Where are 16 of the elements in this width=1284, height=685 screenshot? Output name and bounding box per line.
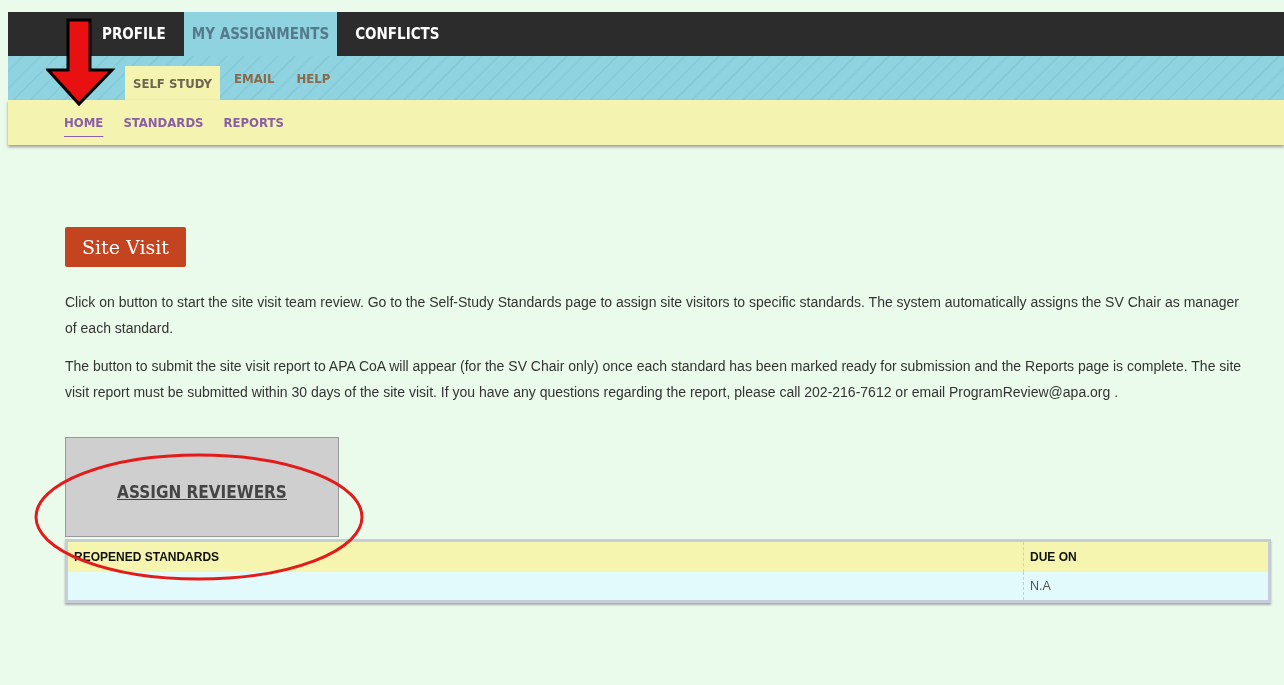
table-cell: N.A xyxy=(1023,572,1270,602)
assign-reviewers-button[interactable]: ASSIGN REVIEWERS xyxy=(65,437,339,537)
sub-nav-tab[interactable]: SELF STUDY xyxy=(125,66,221,100)
column-header: DUE ON xyxy=(1023,540,1270,572)
site-visit-heading: Site Visit xyxy=(65,227,186,267)
instruction-paragraph: Click on button to start the site visit team review. Go to the Self-Study Standards page to assign site visitors to specific standards. The system automatically assigns the SV Chair as manager of each standard. xyxy=(65,293,1240,338)
main-nav-tab[interactable]: CONFLICTS xyxy=(347,12,448,56)
main-nav-tab[interactable]: PROFILE xyxy=(94,12,174,56)
page-nav-link[interactable]: HOME xyxy=(56,100,112,145)
instruction-paragraph: The button to submit the site visit report to APA CoA will appear (for the SV Chair only) once each standard has been marked ready for submission and the Reports page is complete. The site visit report must be submitted within 30 days of the site visit. If you have any questions regarding the report, please call 202-216-7612 or email ProgramReview@apa.org . xyxy=(65,357,1243,402)
sub-nav-tab[interactable]: HELP xyxy=(288,56,339,100)
main-nav-tab[interactable]: MY ASSIGNMENTS xyxy=(183,12,338,56)
page-nav-link[interactable]: STANDARDS xyxy=(115,100,212,145)
page-nav-link[interactable]: REPORTS xyxy=(215,100,292,145)
column-header: REOPENED STANDARDS xyxy=(66,540,1024,572)
sub-nav-tab[interactable]: EMAIL xyxy=(226,56,283,100)
